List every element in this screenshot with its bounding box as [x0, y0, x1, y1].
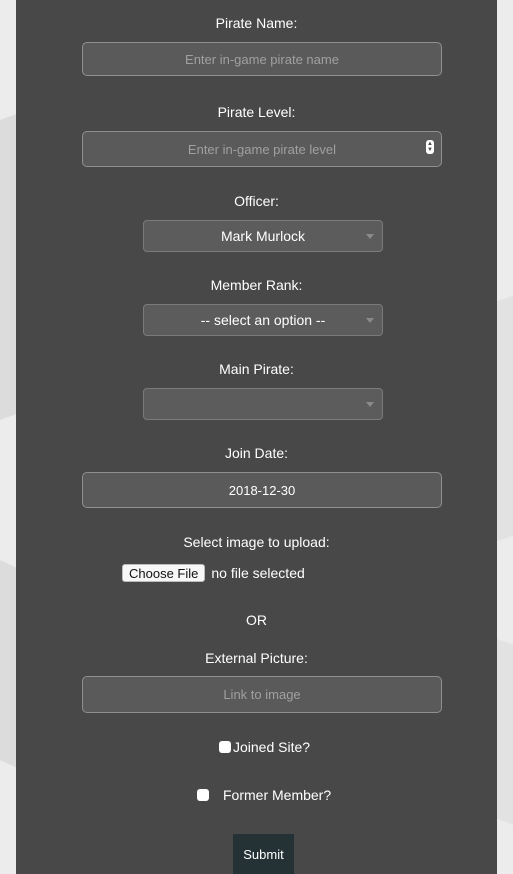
- former-member-label: Former Member?: [223, 787, 332, 803]
- number-spinner-icon[interactable]: ▲ ▼: [426, 140, 434, 154]
- pirate-level-input[interactable]: [82, 131, 442, 167]
- pirate-level-wrapper: ▲▼: [82, 131, 442, 167]
- former-member-row: Former Member?: [197, 787, 331, 803]
- joined-site-checkbox[interactable]: [219, 741, 231, 753]
- submit-button[interactable]: Submit: [233, 834, 294, 874]
- form-panel: Pirate Name: Pirate Level: ▲▼ Officer: M…: [16, 0, 497, 874]
- external-picture-label: External Picture:: [205, 650, 308, 666]
- file-status: no file selected: [211, 565, 305, 581]
- chevron-down-icon: [366, 318, 374, 323]
- external-picture-input[interactable]: [82, 676, 442, 713]
- joined-site-label: Joined Site?: [233, 739, 311, 755]
- pirate-level-label: Pirate Level:: [217, 104, 296, 120]
- or-divider-text: OR: [246, 612, 267, 628]
- join-date-label: Join Date:: [224, 445, 289, 461]
- main-pirate-label: Main Pirate:: [219, 361, 294, 377]
- joined-site-row: Joined Site?: [219, 739, 310, 755]
- chevron-down-icon: [366, 402, 374, 407]
- file-upload-row: Choose File no file selected: [122, 564, 305, 582]
- officer-selected-value: Mark Murlock: [220, 228, 305, 244]
- chevron-down-icon: [366, 234, 374, 239]
- join-date-input[interactable]: [82, 472, 442, 508]
- member-rank-select[interactable]: -- select an option --: [143, 304, 383, 336]
- choose-file-button[interactable]: Choose File: [122, 564, 206, 582]
- member-rank-label: Member Rank:: [210, 277, 303, 293]
- upload-label: Select image to upload:: [183, 534, 330, 550]
- officer-select[interactable]: Mark Murlock: [143, 220, 383, 252]
- main-pirate-select[interactable]: [143, 388, 383, 420]
- former-member-checkbox[interactable]: [197, 789, 209, 801]
- pirate-name-label: Pirate Name:: [215, 15, 298, 31]
- member-rank-selected-value: -- select an option --: [200, 312, 326, 328]
- officer-label: Officer:: [234, 193, 279, 209]
- pirate-name-input[interactable]: [82, 42, 442, 76]
